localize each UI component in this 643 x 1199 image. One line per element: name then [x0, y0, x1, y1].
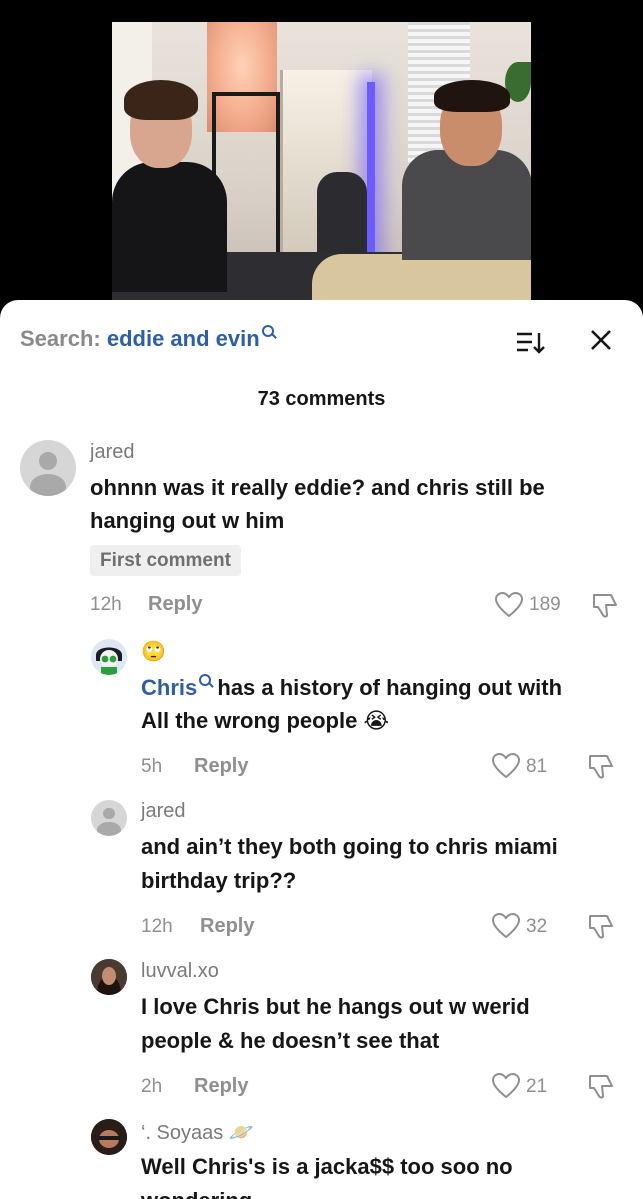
- comments-count: 73 comments: [257, 388, 386, 410]
- video-person-right-body: [402, 150, 531, 260]
- like-count: 21: [526, 1076, 548, 1097]
- reply-button[interactable]: Reply: [200, 915, 254, 938]
- like-count: 81: [526, 756, 548, 777]
- comment-text-fragment: All the wrong people: [141, 708, 358, 733]
- avatar[interactable]: [91, 639, 127, 675]
- avatar[interactable]: [91, 800, 127, 836]
- sort-icon[interactable]: [516, 330, 546, 356]
- comment-username[interactable]: jared: [141, 800, 185, 823]
- comment-username[interactable]: ‘. Soyaas 🪐: [141, 1120, 254, 1145]
- heart-icon[interactable]: [495, 592, 523, 618]
- first-comment-badge: First comment: [90, 545, 241, 576]
- avatar[interactable]: [20, 440, 76, 496]
- reply-button[interactable]: Reply: [194, 755, 248, 778]
- comment-text-line: and ain’t they both going to chris miami: [141, 834, 558, 859]
- comment-time: 5h: [141, 756, 163, 777]
- dislike-icon[interactable]: [587, 912, 615, 940]
- avatar-shoulders-shape: [97, 821, 121, 836]
- comment-text-line: Well Chris's is a jacka$$ too soo no: [141, 1154, 513, 1179]
- heart-icon[interactable]: [492, 753, 520, 779]
- search-icon[interactable]: [199, 674, 212, 686]
- avatar[interactable]: [91, 1119, 127, 1155]
- video-frame[interactable]: [112, 22, 531, 322]
- avatar-head-shape: [103, 807, 115, 820]
- mention-link[interactable]: Chris: [141, 675, 197, 700]
- comments-sheet: Search: eddie and evin 73 comments jared…: [0, 300, 643, 1199]
- comment-text-line: people & he doesn’t see that: [141, 1028, 440, 1053]
- comment-username-emoji[interactable]: 🙄: [141, 639, 166, 664]
- dislike-icon[interactable]: [587, 1072, 615, 1100]
- comment-text-line: All the wrong people 😭: [141, 704, 389, 737]
- comment-time: 12h: [90, 594, 122, 615]
- comment-time: 12h: [141, 916, 173, 937]
- video-led-light: [367, 82, 375, 262]
- comment-text-fragment: has a history of hanging out with: [217, 675, 563, 700]
- comment-text-line: birthday trip??: [141, 868, 297, 893]
- avatar-shoulders-shape: [30, 473, 66, 496]
- avatar-photo: [91, 1119, 127, 1155]
- video-person-left-hair: [124, 80, 198, 120]
- comment-time: 2h: [141, 1076, 163, 1097]
- video-player[interactable]: [0, 0, 643, 322]
- video-person-left-body: [112, 162, 227, 292]
- search-prefix: Search:: [20, 326, 101, 351]
- comment-text-line: ohnnn was it really eddie? and chris sti…: [90, 475, 545, 500]
- heart-icon[interactable]: [492, 913, 520, 939]
- heart-icon[interactable]: [492, 1073, 520, 1099]
- dislike-icon[interactable]: [587, 752, 615, 780]
- video-person-right-hair: [434, 80, 510, 112]
- comment-text-line: wondering: [141, 1184, 252, 1199]
- search-query[interactable]: eddie and evin: [107, 326, 260, 351]
- avatar-photo: [91, 959, 127, 995]
- search-icon[interactable]: [261, 325, 274, 337]
- like-count: 189: [529, 594, 561, 615]
- comment-text-line: I love Chris but he hangs out w werid: [141, 994, 530, 1019]
- avatar-head-shape: [39, 452, 57, 471]
- comment-text-line: Chris has a history of hanging out with: [141, 671, 562, 704]
- avatar[interactable]: [91, 959, 127, 995]
- reply-button[interactable]: Reply: [148, 593, 202, 616]
- avatar-illustration: [91, 639, 127, 675]
- dislike-icon[interactable]: [591, 591, 619, 619]
- comment-username-text[interactable]: ‘. Soyaas: [141, 1122, 223, 1144]
- comment-text-line: hanging out w him: [90, 508, 285, 533]
- like-count: 32: [526, 916, 548, 937]
- comment-username[interactable]: jared: [90, 441, 134, 464]
- planet-emoji: 🪐: [228, 1122, 254, 1144]
- crying-emoji: 😭: [363, 708, 390, 733]
- comment-username[interactable]: luvval.xo: [141, 960, 219, 983]
- close-icon[interactable]: [588, 327, 614, 353]
- search-bar[interactable]: Search: eddie and evin: [20, 325, 274, 352]
- reply-button[interactable]: Reply: [194, 1075, 248, 1098]
